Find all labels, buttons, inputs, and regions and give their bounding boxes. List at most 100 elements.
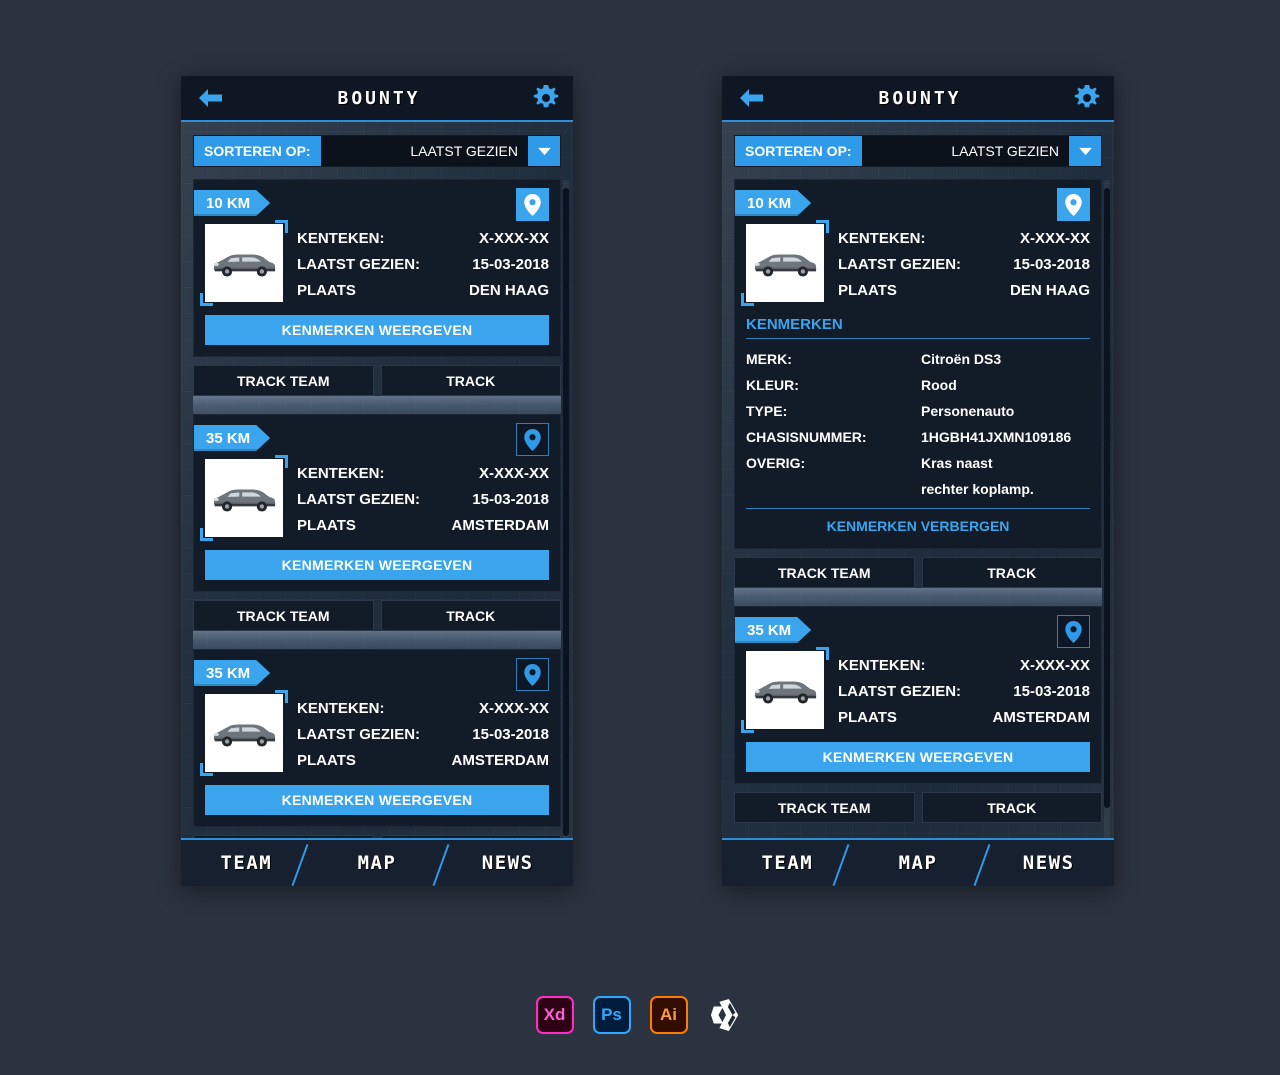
nav-item-map[interactable]: MAP <box>853 852 984 874</box>
card-main: KENTEKEN: X-XXX-XX LAATST GEZIEN: 15-03-201… <box>200 455 549 541</box>
bounty-list-right[interactable]: 10 KM KENTEKEN: X-XXX-XX LAATST GEZIEN: 15-0… <box>734 179 1102 869</box>
nav-item-team[interactable]: TEAM <box>181 852 312 874</box>
track-button[interactable]: TRACK <box>380 365 561 396</box>
map-pin-button[interactable] <box>1057 615 1090 648</box>
vehicle-info-list: KENTEKEN: X-XXX-XX LAATST GEZIEN: 15-03-201… <box>838 651 1090 731</box>
vehicle-thumbnail <box>741 647 829 733</box>
show-features-button[interactable]: KENMERKEN WEERGEVEN <box>205 550 549 580</box>
app-header: BOUNTY <box>181 76 573 122</box>
app-header: BOUNTY <box>722 76 1114 122</box>
track-button[interactable]: TRACK <box>921 557 1102 588</box>
info-row-kenteken-label: KENTEKEN: <box>838 230 926 247</box>
bounty-card[interactable]: 10 KM KENTEKEN: X-XXX-XX LAATST GEZIEN: 15-0… <box>734 179 1102 549</box>
info-row-laatst-gezien-value: 15-03-2018 <box>1013 683 1090 700</box>
scrollbar-track-left[interactable] <box>563 180 569 866</box>
track-team-button[interactable]: TRACK TEAM <box>734 792 915 823</box>
distance-badge: 10 KM <box>735 190 811 216</box>
corner-bracket-icon <box>816 220 829 233</box>
features-rows: MERK: Citroën DS3 KLEUR: Rood TYPE: Personena… <box>746 339 1090 508</box>
nav-item-news[interactable]: NEWS <box>983 852 1114 874</box>
info-row-kenteken: KENTEKEN: X-XXX-XX <box>297 461 549 487</box>
card-main: KENTEKEN: X-XXX-XX LAATST GEZIEN: 15-03-201… <box>741 220 1090 306</box>
distance-badge: 35 KM <box>194 425 270 451</box>
card-main: KENTEKEN: X-XXX-XX LAATST GEZIEN: 15-03-201… <box>741 647 1090 733</box>
info-row-laatst-gezien-label: LAATST GEZIEN: <box>297 256 421 273</box>
bounty-card[interactable]: 35 KM KENTEKEN: X-XXX-XX LAATST GEZIEN: 15-0… <box>193 649 561 827</box>
sort-bar[interactable]: SORTEREN OP: LAATST GEZIEN <box>193 135 561 167</box>
info-row-plaats-label: PLAATS <box>297 752 356 769</box>
spec-row-chasisnummer: CHASISNUMMER: 1HGBH41JXMN109186 <box>746 424 1090 450</box>
spec-row-kleur: KLEUR: Rood <box>746 372 1090 398</box>
info-row-laatst-gezien-label: LAATST GEZIEN: <box>838 256 962 273</box>
scrollbar-thumb-right[interactable] <box>1104 188 1110 808</box>
info-row-kenteken: KENTEKEN: X-XXX-XX <box>838 653 1090 679</box>
show-features-button[interactable]: KENMERKEN WEERGEVEN <box>205 785 549 815</box>
bounty-card[interactable]: 10 KM KENTEKEN: X-XXX-XX LAATST GEZIEN: 15-0… <box>193 179 561 357</box>
map-pin-button[interactable] <box>1057 188 1090 221</box>
corner-bracket-icon <box>200 763 213 776</box>
info-row-laatst-gezien-value: 15-03-2018 <box>472 491 549 508</box>
info-row-kenteken: KENTEKEN: X-XXX-XX <box>297 696 549 722</box>
vehicle-info-list: KENTEKEN: X-XXX-XX LAATST GEZIEN: 15-03-201… <box>297 224 549 304</box>
gear-icon[interactable] <box>533 85 559 111</box>
show-features-button[interactable]: KENMERKEN WEERGEVEN <box>746 742 1090 772</box>
panel-body-right: SORTEREN OP: LAATST GEZIEN 10 KM KENTEKEN… <box>722 122 1114 886</box>
info-row-kenteken-label: KENTEKEN: <box>297 465 385 482</box>
back-arrow-icon[interactable] <box>195 86 225 110</box>
vehicle-thumbnail <box>200 220 288 306</box>
spec-row-chasisnummer-label: CHASISNUMMER: <box>746 429 867 445</box>
nav-item-map[interactable]: MAP <box>312 852 443 874</box>
info-row-laatst-gezien-value: 15-03-2018 <box>472 256 549 273</box>
panel-body-left: SORTEREN OP: LAATST GEZIEN 10 KM KENTEKEN… <box>181 122 573 886</box>
info-row-laatst-gezien: LAATST GEZIEN: 15-03-2018 <box>297 722 549 748</box>
card-separator <box>193 631 561 649</box>
spec-row-merk-value: Citroën DS3 <box>921 351 1002 367</box>
info-row-plaats: PLAATS AMSTERDAM <box>297 748 549 774</box>
info-row-laatst-gezien-label: LAATST GEZIEN: <box>838 683 962 700</box>
spec-row-kleur-label: KLEUR: <box>746 377 799 393</box>
track-team-button[interactable]: TRACK TEAM <box>193 365 374 396</box>
spec-row-type-label: TYPE: <box>746 403 788 419</box>
scrollbar-thumb-left[interactable] <box>563 188 569 836</box>
nav-item-news[interactable]: NEWS <box>442 852 573 874</box>
sort-bar[interactable]: SORTEREN OP: LAATST GEZIEN <box>734 135 1102 167</box>
track-actions: TRACK TEAMTRACK <box>193 365 561 396</box>
chevron-down-icon[interactable] <box>1069 136 1101 166</box>
map-pin-button[interactable] <box>516 658 549 691</box>
bottom-nav-left: TEAM MAP NEWS <box>181 838 573 886</box>
map-pin-button[interactable] <box>516 423 549 456</box>
bottom-nav-right: TEAM MAP NEWS <box>722 838 1114 886</box>
sort-label: SORTEREN OP: <box>735 136 862 166</box>
bounty-card[interactable]: 35 KM KENTEKEN: X-XXX-XX LAATST GEZIEN: 15-0… <box>734 606 1102 784</box>
distance-badge: 10 KM <box>194 190 270 216</box>
sort-label: SORTEREN OP: <box>194 136 321 166</box>
track-button[interactable]: TRACK <box>921 792 1102 823</box>
track-team-button[interactable]: TRACK TEAM <box>734 557 915 588</box>
track-button[interactable]: TRACK <box>380 600 561 631</box>
back-arrow-icon[interactable] <box>736 86 766 110</box>
info-row-laatst-gezien-value: 15-03-2018 <box>472 726 549 743</box>
gear-icon[interactable] <box>1074 85 1100 111</box>
card-top: 35 KM <box>205 658 549 691</box>
info-row-laatst-gezien-label: LAATST GEZIEN: <box>297 726 421 743</box>
show-features-button[interactable]: KENMERKEN WEERGEVEN <box>205 315 549 345</box>
track-actions: TRACK TEAMTRACK <box>734 792 1102 823</box>
info-row-laatst-gezien: LAATST GEZIEN: 15-03-2018 <box>297 487 549 513</box>
track-team-button[interactable]: TRACK TEAM <box>193 600 374 631</box>
map-pin-button[interactable] <box>516 188 549 221</box>
card-separator <box>193 396 561 414</box>
distance-badge: 35 KM <box>735 617 811 643</box>
scrollbar-track-right[interactable] <box>1104 180 1110 866</box>
corner-bracket-icon <box>275 220 288 233</box>
bounty-card[interactable]: 35 KM KENTEKEN: X-XXX-XX LAATST GEZIEN: 15-0… <box>193 414 561 592</box>
corner-bracket-icon <box>816 647 829 660</box>
info-row-plaats-value: DEN HAAG <box>468 282 549 299</box>
card-top: 10 KM <box>746 188 1090 221</box>
spec-row-merk: MERK: Citroën DS3 <box>746 346 1090 372</box>
bounty-list-left[interactable]: 10 KM KENTEKEN: X-XXX-XX LAATST GEZIEN: 15-0… <box>193 179 561 869</box>
nav-item-team[interactable]: TEAM <box>722 852 853 874</box>
page-title: BOUNTY <box>337 87 421 109</box>
hide-features-button[interactable]: KENMERKEN VERBERGEN <box>746 508 1090 537</box>
chevron-down-icon[interactable] <box>528 136 560 166</box>
info-row-kenteken-value: X-XXX-XX <box>478 230 549 247</box>
